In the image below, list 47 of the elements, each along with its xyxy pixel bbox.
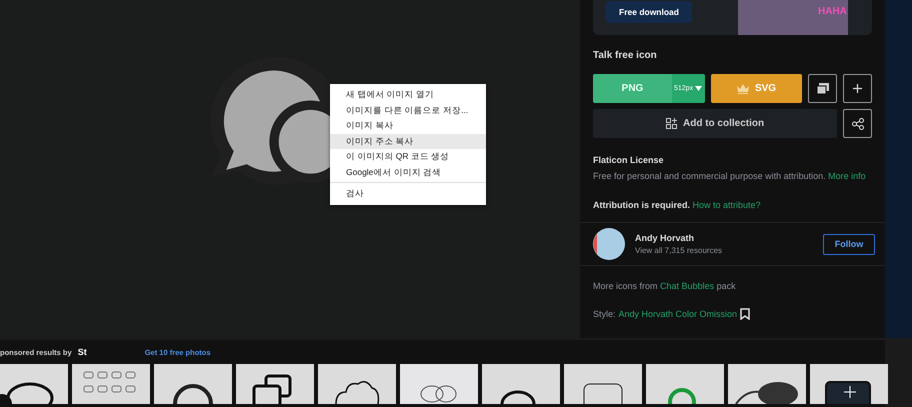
plus-icon <box>853 84 862 93</box>
add-to-collection-button[interactable]: Add to collection <box>593 109 838 138</box>
grid-plus-icon <box>666 118 677 129</box>
license-title: Flaticon License <box>593 155 665 165</box>
menu-item[interactable]: 이미지 주소 복사 <box>330 134 486 149</box>
menu-item[interactable]: 새 탭에서 이미지 열기 <box>330 87 486 102</box>
image-button[interactable] <box>808 74 837 103</box>
icon-thumbnail[interactable] <box>318 364 396 404</box>
bookmark-icon[interactable] <box>740 308 750 320</box>
style-link[interactable]: Andy Horvath Color Omission <box>618 309 738 319</box>
menu-item[interactable]: 검사 <box>330 186 486 202</box>
license-text: Free for personal and commercial purpose with attribution. <box>593 171 826 181</box>
icon-thumbnail[interactable] <box>728 364 806 404</box>
pack-link[interactable]: Chat Bubbles <box>660 281 714 291</box>
more-icons-text: More icons from <box>593 281 658 291</box>
pack-text: pack <box>716 281 736 291</box>
menu-item[interactable]: Google에서 이미지 검색 <box>330 164 486 180</box>
image-icon <box>816 83 828 94</box>
icon-title: Talk free icon <box>593 50 658 61</box>
icon-thumbnail[interactable] <box>0 364 68 404</box>
icon-thumbnail[interactable] <box>646 364 724 404</box>
how-to-attribute-link[interactable]: How to attribute? <box>692 200 761 210</box>
icon-thumbnail[interactable] <box>810 364 888 404</box>
add-button[interactable] <box>843 74 872 103</box>
more-info-link[interactable]: More info <box>828 171 866 181</box>
icon-thumbnail[interactable] <box>72 364 150 404</box>
menu-item[interactable]: 이미지를 다른 이름으로 저장... <box>330 102 486 118</box>
share-icon <box>852 118 864 130</box>
follow-button[interactable]: Follow <box>823 234 875 254</box>
caret-icon <box>695 86 702 91</box>
icon-thumbnail[interactable] <box>400 364 478 404</box>
menu-item[interactable]: 이미지 복사 <box>330 118 486 134</box>
sticker-text: HAHA <box>818 6 847 17</box>
crown-icon <box>736 84 749 94</box>
icon-thumbnail[interactable] <box>564 364 642 404</box>
free-download-button[interactable]: Free download <box>606 1 692 23</box>
menu-item[interactable]: 이 이미지의 QR 코드 생성 <box>330 149 486 164</box>
avatar-icon <box>593 228 625 260</box>
resources-count[interactable]: View all 7,315 resources <box>635 246 823 255</box>
brand-logo: St <box>78 347 87 358</box>
icon-thumbnail[interactable] <box>236 364 314 404</box>
icon-thumbnail[interactable] <box>154 364 232 404</box>
style-label: Style: <box>593 309 616 319</box>
share-button[interactable] <box>843 109 872 138</box>
attribution-text: Attribution is required. <box>593 200 690 210</box>
icon-thumbnail[interactable] <box>482 364 560 404</box>
author-name: Andy Horvath <box>635 233 696 243</box>
